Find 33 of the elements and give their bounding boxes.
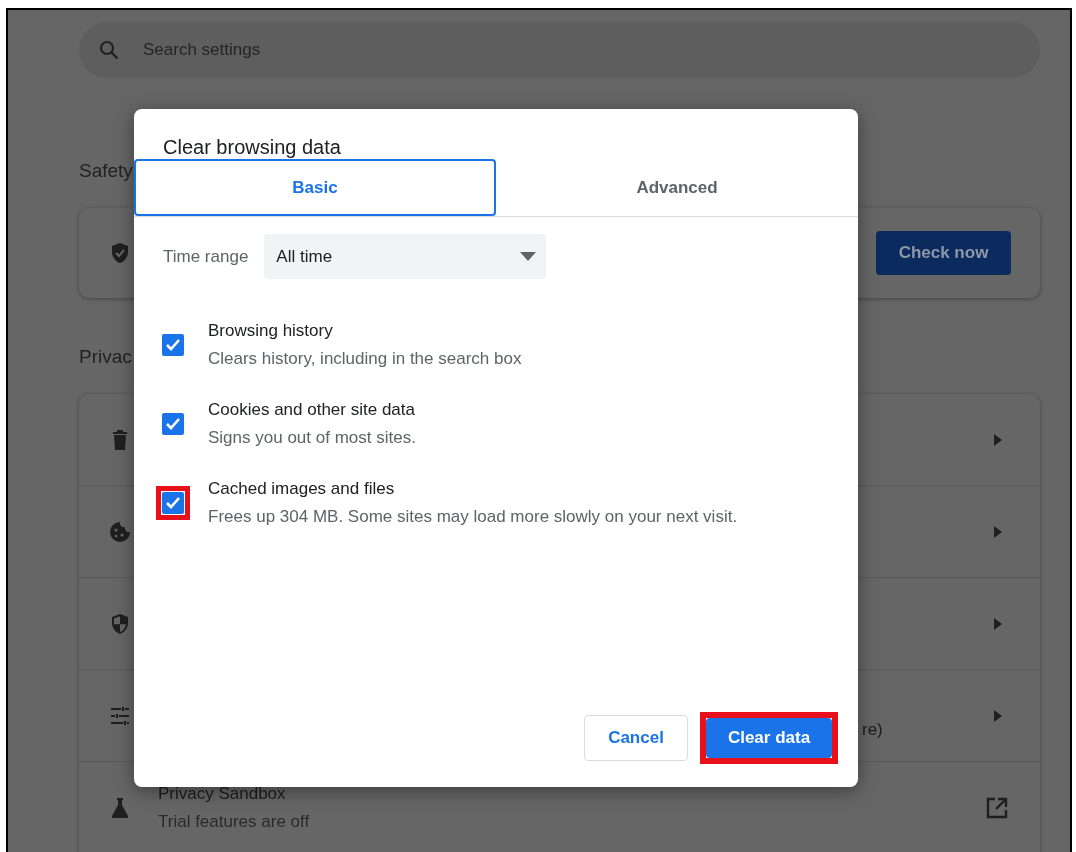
row-text: re): [862, 719, 883, 739]
option-description: Clears history, including in the search box: [208, 349, 522, 369]
row-title[interactable]: Privacy Sandbox: [158, 783, 986, 804]
dropdown-caret-icon: [520, 252, 537, 261]
option-description: Frees up 304 MB. Some sites may load more slowly on your next visit.: [208, 507, 738, 527]
time-range-dropdown[interactable]: All time: [264, 234, 547, 279]
checkbox[interactable]: [162, 413, 184, 435]
dialog-title: Clear browsing data: [163, 135, 342, 159]
search-field[interactable]: Search settings: [79, 22, 1040, 78]
section-heading: Safety: [79, 159, 133, 183]
tab[interactable]: Basic: [134, 159, 496, 216]
caret-icon[interactable]: [993, 433, 1003, 446]
section-heading: Privac: [79, 345, 132, 369]
check-icon: [165, 496, 181, 510]
caret-icon[interactable]: [993, 617, 1003, 630]
checkbox[interactable]: [162, 492, 184, 514]
dropdown-value: All time: [276, 246, 333, 267]
option-description: Signs you out of most sites.: [208, 428, 416, 448]
option-title: Cookies and other site data: [208, 400, 416, 420]
row-subtitle: Trial features are off: [158, 811, 311, 832]
check-icon: [165, 338, 181, 352]
clear-data-button[interactable]: Clear data: [706, 718, 832, 758]
check-icon: [165, 417, 181, 431]
checkbox[interactable]: [162, 334, 184, 356]
cookie-icon: [108, 519, 132, 544]
check-now-button[interactable]: Check now: [876, 231, 1011, 275]
option-title: Browsing history: [208, 321, 334, 341]
caret-icon[interactable]: [993, 709, 1003, 722]
field-label: Time range: [163, 246, 249, 267]
option-title: Cached images and files: [208, 479, 396, 499]
cancel-button[interactable]: Cancel: [584, 715, 688, 761]
caret-icon[interactable]: [993, 525, 1003, 538]
external-link-icon[interactable]: [986, 796, 1008, 819]
